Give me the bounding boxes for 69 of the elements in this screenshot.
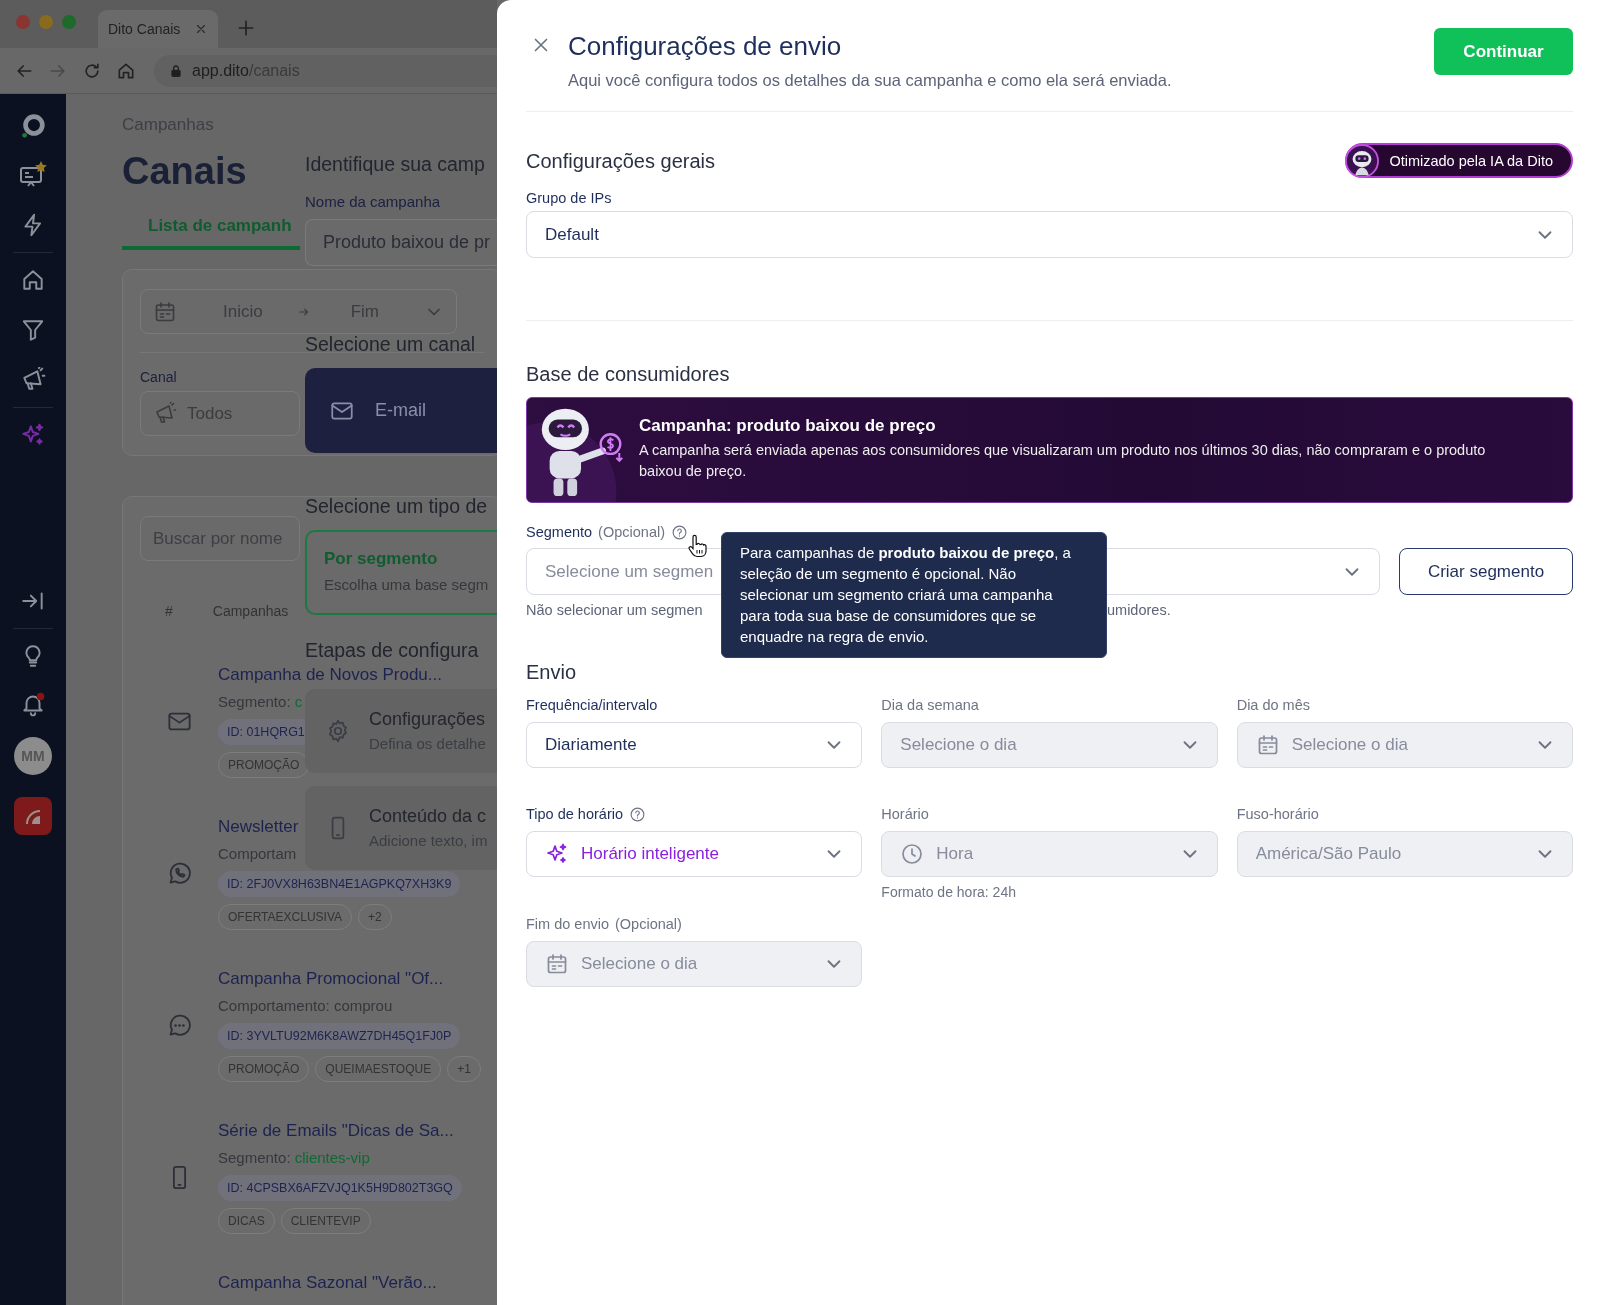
field-label: Fim do envio [526, 915, 609, 934]
drawer-title: Configurações de envio [568, 30, 843, 63]
banner-text: A campanha será enviada apenas aos consumidores que visualizaram um produto nos últimos 30 dias, não compraram e o produto baixou de preço. [639, 441, 1487, 481]
channel-option[interactable]: E-mail [305, 368, 497, 453]
field-label: Dia do mês [1236, 696, 1310, 715]
campaign-id: ID: 2FJ0VX8H63BN4E1AGPKQ7XH3K9 [218, 871, 461, 897]
robot-avatar-icon [1345, 143, 1380, 178]
sparkle-icon [545, 842, 569, 866]
home-icon[interactable] [20, 267, 46, 293]
funnel-icon[interactable] [20, 317, 46, 343]
hint-text: Formato de hora: 24h [881, 883, 1017, 901]
campaign-title[interactable]: Série de Emails "Dicas de Sa... [218, 1120, 454, 1142]
field-label: Canal [140, 369, 178, 385]
field-label: Horário [881, 805, 929, 824]
continue-button[interactable]: Continuar [1434, 28, 1573, 75]
campaign-name-field[interactable]: Produto baixou de pr [305, 219, 497, 266]
section-heading: Identifique sua camp [305, 152, 485, 176]
campaign-id: ID: 4CPSBX6AFZVJQ1K5H9D802T3GQ [218, 1175, 462, 1201]
logo-icon[interactable] [19, 112, 47, 140]
campaign-title[interactable]: Campanha Sazonal "Verão... [218, 1272, 437, 1294]
section-heading: Configurações gerais [526, 148, 715, 174]
campaign-title[interactable]: Campanha de Novos Produ... [218, 664, 442, 686]
field-label: Dia da semana [881, 696, 979, 715]
hint-text: Não selecionar um segmen [526, 601, 703, 619]
create-segment-button[interactable]: Criar segmento [1399, 548, 1573, 595]
column-header: Campanhas [212, 603, 289, 619]
select-field[interactable]: Diariamente [526, 722, 863, 768]
section-heading: Selecione um canal [305, 332, 476, 356]
page-title: Canais [122, 149, 247, 194]
column-header: # [165, 603, 173, 619]
help-icon [671, 523, 688, 541]
section-heading: Selecione um tipo de [305, 494, 488, 518]
hand-cursor-icon [687, 534, 707, 558]
close-icon[interactable] [194, 22, 208, 36]
section-heading: Etapas de configura [305, 638, 479, 662]
clock-icon [900, 842, 925, 866]
field-label: Nome da campanha [305, 193, 442, 211]
tab[interactable]: Lista de campanh [122, 206, 300, 250]
brand-logo-icon[interactable] [14, 797, 52, 835]
section-heading: Envio [526, 660, 578, 685]
campaign-title[interactable]: Newsletter [218, 816, 299, 838]
optional-text: (Opcional) [598, 523, 665, 542]
campaign-title[interactable]: Campanha Promocional "Of... [218, 968, 444, 990]
select-field[interactable]: Horário inteligente [526, 831, 863, 877]
section-heading: Base de consumidores [526, 362, 731, 387]
tab-title: Dito Canais [108, 21, 181, 37]
banner-title: Campanha: produto baixou de preço [639, 415, 937, 437]
field-label: Fuso-horário [1236, 805, 1319, 824]
drawer-subtitle: Aqui você configura todos os detalhes da sua campanha e como ela será enviada. [568, 70, 1172, 91]
optional-text: (Opcional) [615, 915, 682, 934]
field-label: Grupo de IPs [526, 189, 613, 208]
hint-text: umidores. [1107, 601, 1171, 619]
megaphone-icon[interactable] [20, 367, 46, 393]
lock-icon [168, 62, 184, 79]
tooltip: Para campanhas de produto baixou de preço, a seleção de um segmento é opcional. Não selecionar um segmento criará uma campanha para toda sua base de consumidores que se enquadre na regra de envio. [721, 532, 1107, 658]
campaign-id: ID: 3YVLTU92M6K8AWZ7DH45Q1FJ0P [218, 1023, 461, 1049]
ip-group-select[interactable]: Default [526, 211, 1573, 258]
sparkle-icon[interactable] [20, 422, 46, 448]
field-label: Tipo de horário [526, 805, 623, 824]
megaphone-icon [153, 401, 177, 426]
field-label: Frequência/intervalo [526, 696, 658, 715]
field-label: Segmento [526, 523, 593, 542]
step-title: Conteúdo da c [369, 805, 488, 827]
notification-bell-icon[interactable] [20, 691, 46, 717]
step-title: Configurações [369, 708, 486, 730]
browser-tab[interactable]: Dito Canais [98, 10, 218, 48]
ai-badge: Otimizado pela IA da Dito [1345, 143, 1573, 178]
calendar-icon [545, 952, 569, 976]
calendar-icon [153, 299, 177, 324]
